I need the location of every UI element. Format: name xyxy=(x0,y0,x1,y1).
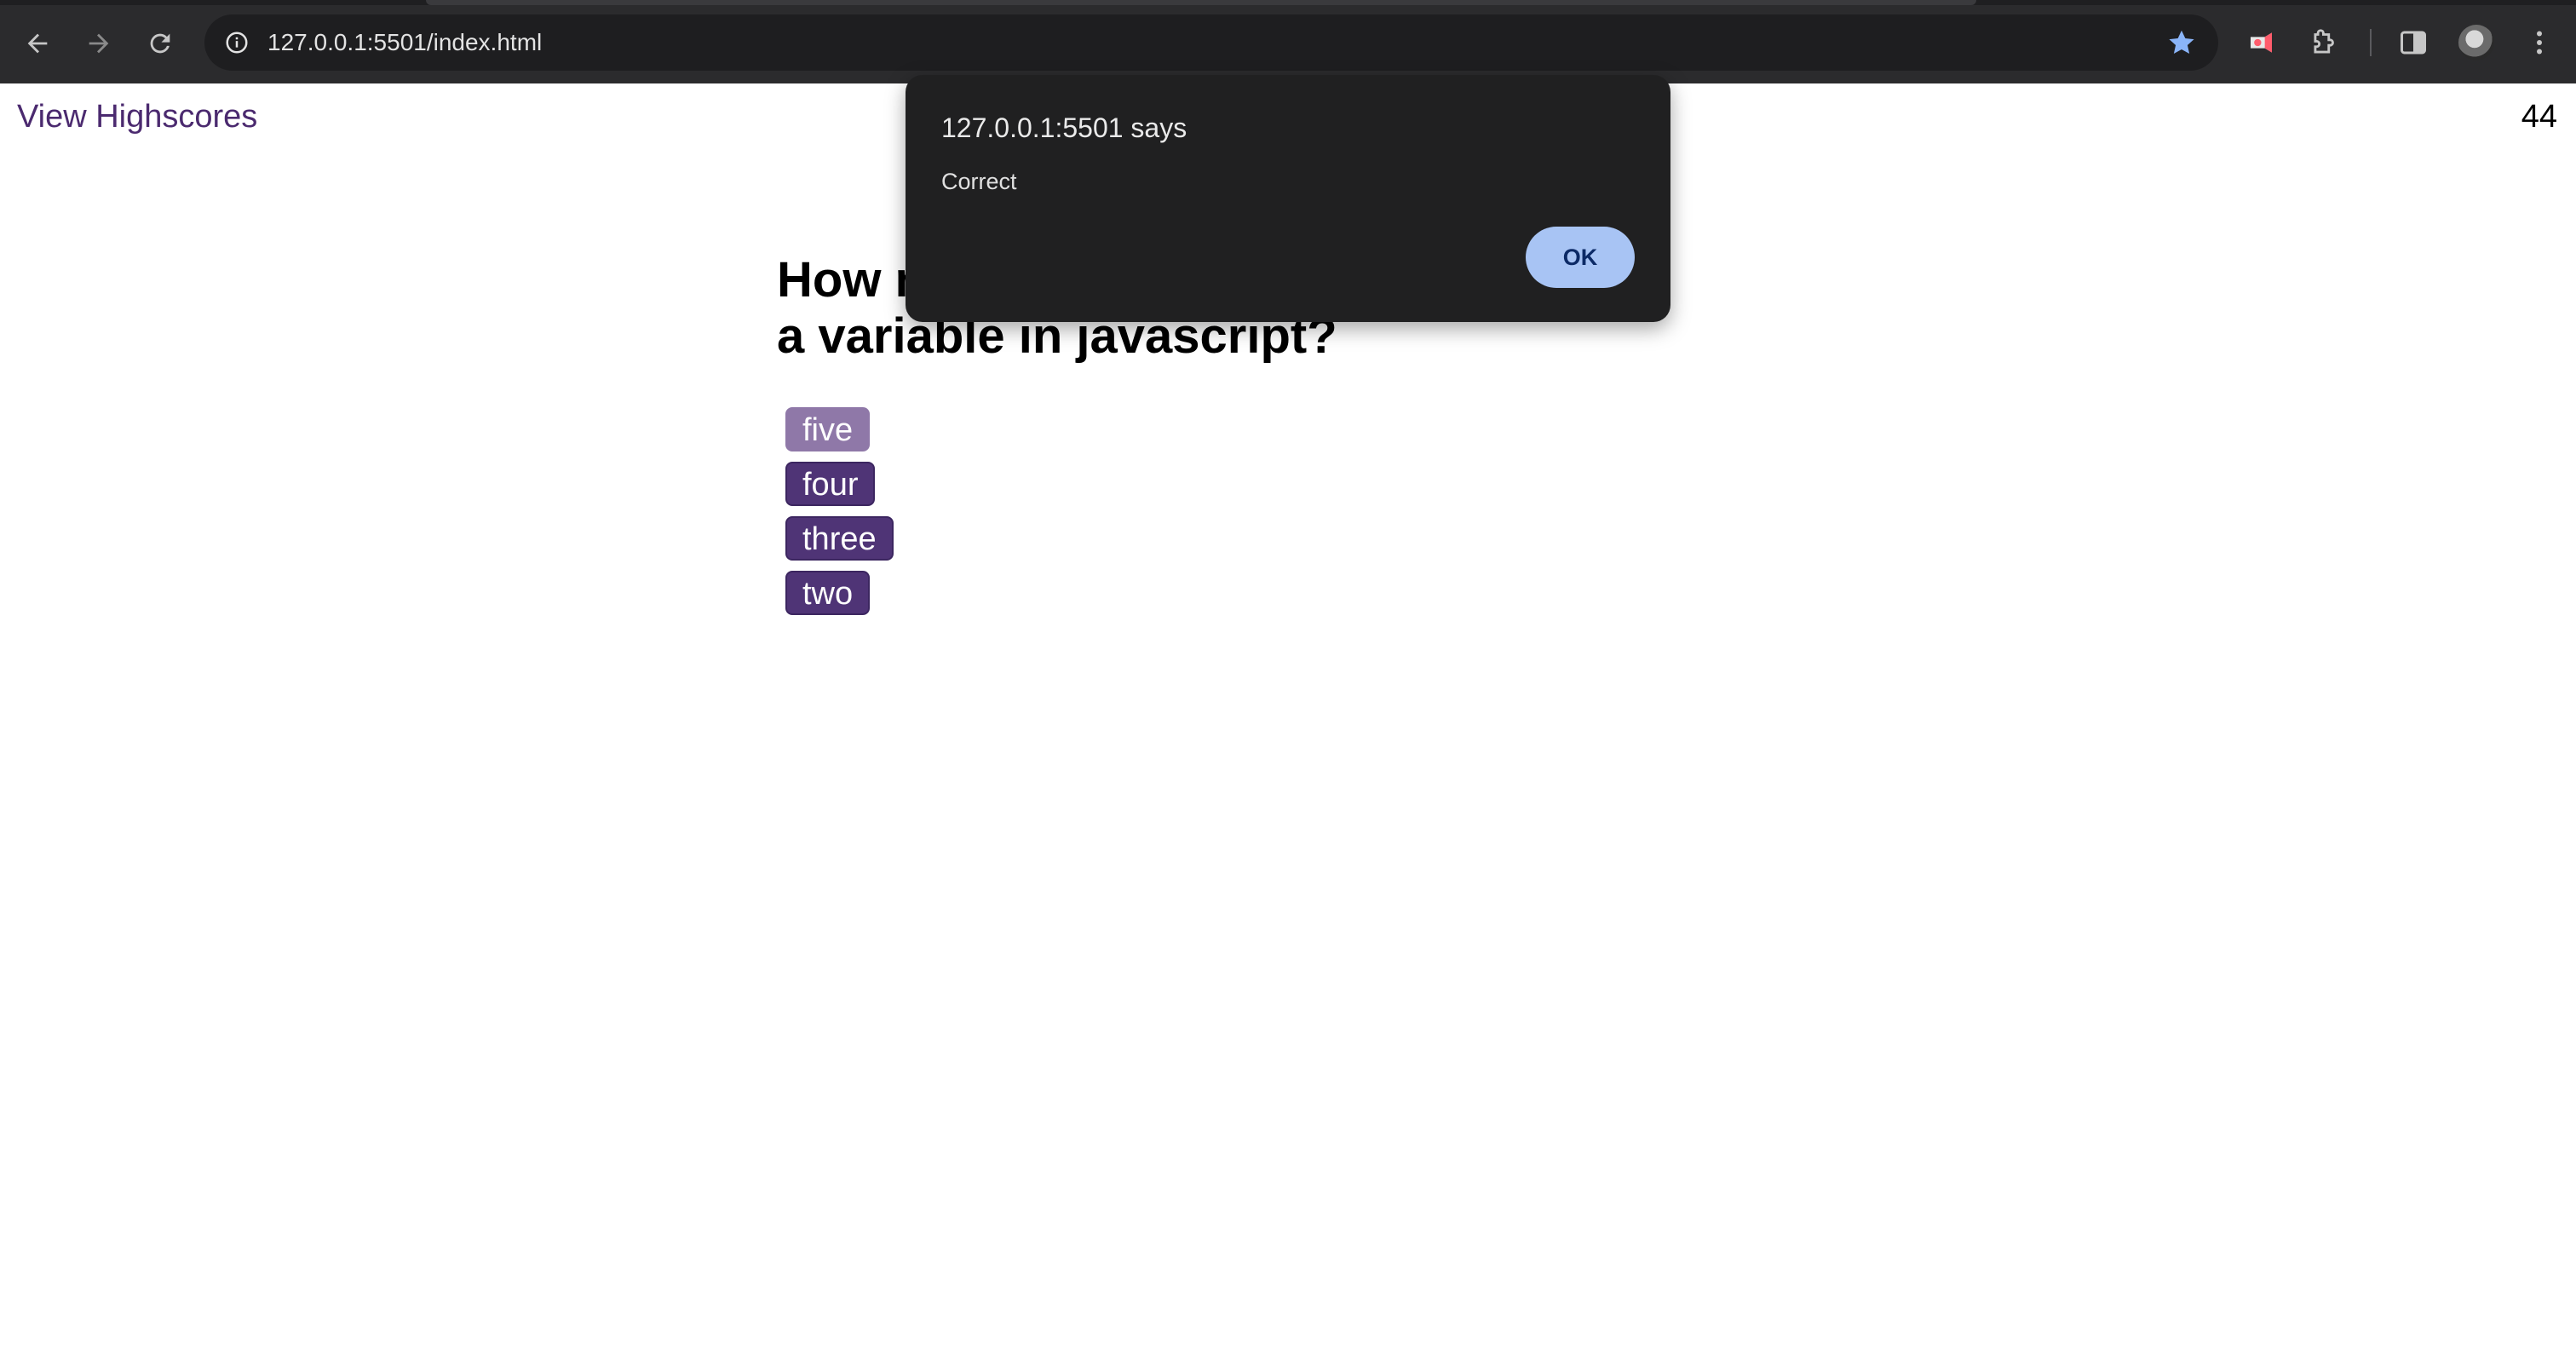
back-icon xyxy=(27,33,48,54)
extension-record-button[interactable] xyxy=(2240,20,2286,66)
answer-button-four[interactable]: four xyxy=(785,462,876,506)
extension-record-icon xyxy=(2251,32,2272,53)
forward-button[interactable] xyxy=(77,21,121,66)
site-info-button[interactable] xyxy=(218,24,256,61)
view-highscores-link[interactable]: View Highscores xyxy=(17,99,257,135)
dialog-ok-button[interactable]: OK xyxy=(1526,227,1635,288)
extensions-button[interactable] xyxy=(2302,20,2348,66)
extensions-puzzle-icon xyxy=(2314,29,2334,54)
bookmark-button[interactable] xyxy=(2162,23,2201,62)
timer-value: 44 xyxy=(2521,99,2557,135)
forward-icon xyxy=(89,33,109,54)
answer-button-two[interactable]: two xyxy=(785,571,871,615)
answer-button-five[interactable]: five xyxy=(785,407,871,451)
tab-strip xyxy=(0,0,2576,5)
side-panel-button[interactable] xyxy=(2390,20,2436,66)
bookmark-star-icon xyxy=(2169,30,2194,55)
alert-dialog: 127.0.0.1:5501 says Correct OK xyxy=(906,75,1670,322)
answer-button-three[interactable]: three xyxy=(785,516,894,561)
back-button[interactable] xyxy=(15,21,60,66)
side-panel-icon xyxy=(2401,31,2426,55)
reload-button[interactable] xyxy=(138,21,182,66)
profile-avatar-icon[interactable] xyxy=(2458,25,2494,60)
more-menu-button[interactable] xyxy=(2516,20,2562,66)
dialog-title: 127.0.0.1:5501 says xyxy=(941,112,1187,143)
site-info-icon xyxy=(226,32,248,54)
answer-list: five four three two xyxy=(785,407,894,615)
more-menu-icon xyxy=(2537,31,2542,55)
dialog-message: Correct xyxy=(941,169,1017,194)
toolbar-separator xyxy=(2370,29,2372,56)
active-tab-edge[interactable] xyxy=(426,0,1976,5)
browser-toolbar: 127.0.0.1:5501/index.html xyxy=(0,0,2576,83)
address-bar[interactable]: 127.0.0.1:5501/index.html xyxy=(204,14,2218,71)
reload-icon xyxy=(150,33,170,54)
url-text[interactable]: 127.0.0.1:5501/index.html xyxy=(267,14,542,71)
